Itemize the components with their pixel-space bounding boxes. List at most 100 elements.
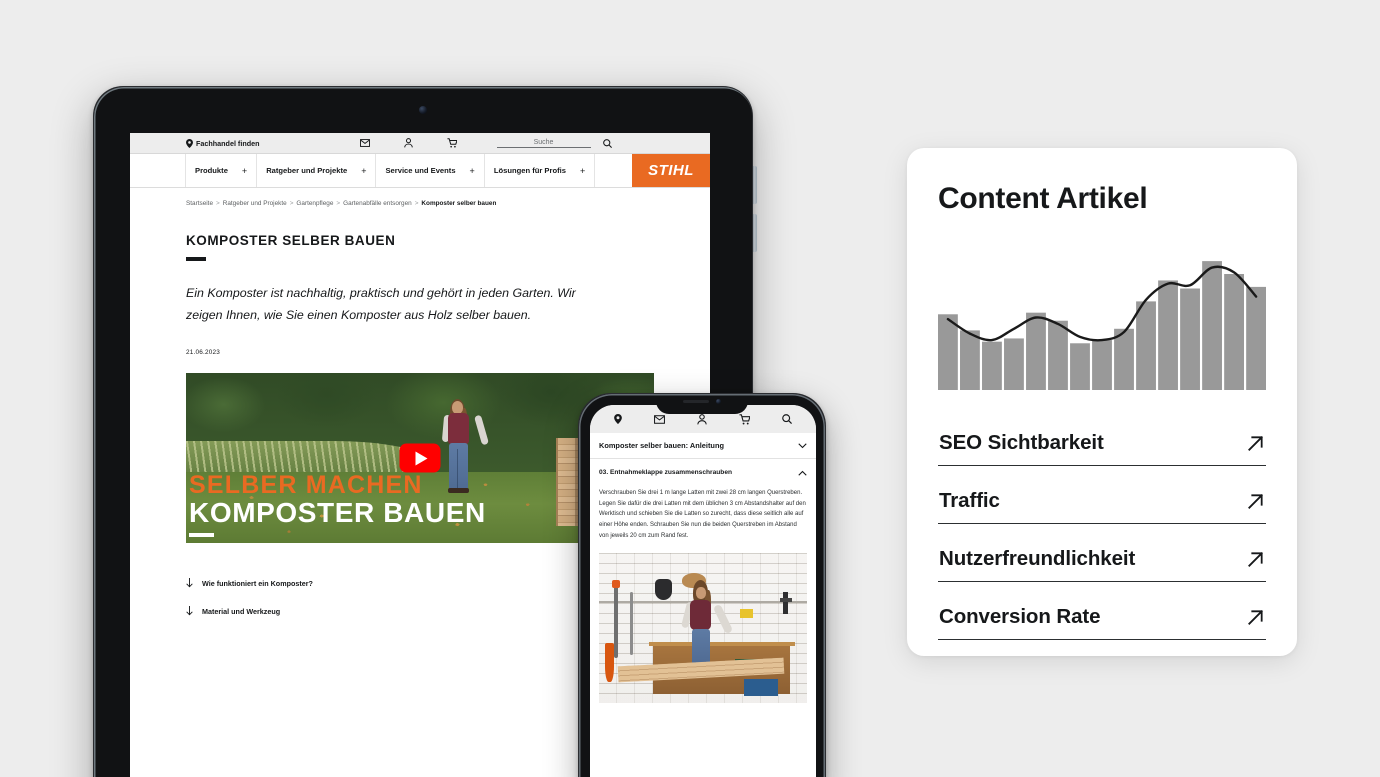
breadcrumb-item-gartenabfaelle[interactable]: Gartenabfälle entsorgen	[343, 200, 412, 207]
chart-bar	[1026, 312, 1046, 390]
workshop-rake-tool	[630, 592, 634, 656]
play-button[interactable]	[399, 443, 441, 473]
nav-item-ratgeber-und-projekte[interactable]: Ratgeber und Projekte +	[257, 154, 377, 187]
arrow-up-right-icon[interactable]	[1246, 608, 1265, 627]
nav-item-label: Ratgeber und Projekte	[266, 166, 348, 175]
nav-item-label: Service und Events	[385, 166, 456, 175]
breadcrumb-item-ratgeber[interactable]: Ratgeber und Projekte	[223, 200, 287, 207]
chart-bar	[1180, 288, 1200, 390]
chart-bar	[1158, 280, 1178, 390]
workshop-photo	[599, 553, 807, 704]
chart-bar	[982, 341, 1002, 390]
mail-icon[interactable]	[359, 139, 370, 147]
cart-icon[interactable]	[739, 413, 750, 425]
phone-body: Komposter selber bauen: Anleitung 03. En…	[578, 393, 826, 777]
dealer-finder-link[interactable]: Fachhandel finden	[186, 138, 260, 148]
video-caption-line1: SELBER MACHEN	[189, 470, 423, 499]
phone-front-camera-icon	[715, 398, 722, 405]
kpi-row-traffic[interactable]: Traffic	[938, 480, 1266, 524]
chart-bar	[1246, 286, 1266, 390]
search-icon[interactable]	[782, 414, 792, 424]
video-caption-underline	[189, 533, 214, 538]
cart-icon[interactable]	[446, 138, 457, 148]
accordion-body-text: Verschrauben Sie drei 1 m lange Latten m…	[599, 490, 806, 539]
content-article-card: Content Artikel SEO Sichtbarkeit Traffic…	[907, 148, 1297, 656]
video-caption: SELBER MACHEN KOMPOSTER BAUEN	[186, 470, 486, 538]
phone-speaker-grille-icon	[682, 400, 709, 403]
chevron-up-icon[interactable]	[798, 470, 807, 476]
play-icon	[415, 451, 428, 466]
workshop-clamp	[783, 592, 789, 615]
article-lead: Ein Komposter ist nachhaltig, praktisch …	[186, 285, 576, 323]
chart-bar	[1070, 343, 1090, 390]
kpi-label: Traffic	[939, 489, 1000, 512]
article-date: 21.06.2023	[186, 349, 220, 357]
search-icon[interactable]	[602, 138, 612, 148]
article-header: KOMPOSTER SELBER BAUEN Ein Komposter ist…	[130, 207, 710, 356]
arrow-up-right-icon[interactable]	[1246, 550, 1265, 569]
account-icon[interactable]	[697, 413, 707, 425]
kpi-row-seo-sichtbarkeit[interactable]: SEO Sichtbarkeit	[938, 422, 1266, 466]
phone-page-title: Komposter selber bauen: Anleitung	[599, 441, 724, 450]
content-performance-chart	[938, 245, 1266, 390]
breadcrumb-item-startseite[interactable]: Startseite	[186, 200, 213, 207]
stihl-logo[interactable]: STIHL	[632, 154, 710, 187]
kpi-label: Nutzerfreundlichkeit	[939, 547, 1136, 570]
chart-bars	[938, 261, 1266, 390]
mail-icon[interactable]	[654, 414, 665, 424]
site-utility-bar: Fachhandel finden Suche	[130, 133, 710, 154]
chart-bar	[1004, 338, 1024, 390]
kpi-label: SEO Sichtbarkeit	[939, 431, 1104, 454]
breadcrumb-separator: >	[216, 200, 220, 207]
person-vest	[690, 600, 712, 631]
video-caption-line2: KOMPOSTER BAUEN	[189, 497, 486, 529]
breadcrumb-separator: >	[414, 200, 419, 207]
search-input[interactable]: Suche	[496, 139, 591, 148]
breadcrumb: Startseite > Ratgeber und Projekte > Gar…	[130, 188, 710, 207]
card-title: Content Artikel	[938, 182, 1148, 215]
accordion-header[interactable]: 03. Entnahmeklappe zusammenschrauben	[590, 459, 816, 485]
phone-notch	[656, 394, 748, 414]
nav-item-label: Produkte	[195, 166, 228, 175]
phone-screen: Komposter selber bauen: Anleitung 03. En…	[590, 405, 816, 777]
arrow-down-icon	[186, 578, 193, 588]
breadcrumb-separator: >	[289, 200, 294, 207]
jump-link-label: Wie funktioniert ein Komposter?	[202, 578, 313, 588]
nav-item-service-und-events[interactable]: Service und Events +	[376, 154, 485, 187]
phone-page-title-bar[interactable]: Komposter selber bauen: Anleitung	[590, 433, 816, 459]
workshop-yellow-box	[739, 608, 753, 618]
chevron-down-icon[interactable]	[798, 442, 807, 449]
nav-item-label: Lösungen für Profis	[493, 166, 566, 175]
site-main-nav: Produkte + Ratgeber und Projekte + Servi…	[130, 154, 710, 188]
person-head	[451, 400, 463, 414]
jump-link-label: Material und Werkzeug	[202, 606, 281, 616]
workshop-face-shield	[655, 578, 673, 600]
kpi-list: SEO Sichtbarkeit Traffic Nutzerfreundlic…	[938, 422, 1266, 640]
stihl-logo-text: STIHL	[648, 162, 694, 179]
kpi-row-conversion-rate[interactable]: Conversion Rate	[938, 596, 1266, 640]
workshop-blue-bin	[743, 678, 778, 696]
accordion-heading: 03. Entnahmeklappe zusammenschrauben	[599, 469, 733, 476]
chart-bar	[1092, 340, 1112, 390]
dealer-finder-label: Fachhandel finden	[196, 138, 260, 148]
location-pin-icon[interactable]	[614, 414, 622, 424]
breadcrumb-item-gartenpflege[interactable]: Gartenpflege	[296, 200, 333, 207]
kpi-row-nutzerfreundlichkeit[interactable]: Nutzerfreundlichkeit	[938, 538, 1266, 582]
nav-item-produkte[interactable]: Produkte +	[186, 154, 258, 187]
nav-item-loesungen-fuer-profis[interactable]: Lösungen für Profis +	[485, 154, 596, 187]
chart-bar	[960, 330, 980, 390]
chart-bar	[1224, 274, 1244, 390]
location-pin-icon	[186, 138, 193, 148]
workshop-clamp-handle	[780, 598, 793, 603]
breadcrumb-separator: >	[336, 200, 341, 207]
plus-icon: +	[361, 165, 367, 176]
account-icon[interactable]	[403, 138, 413, 148]
chart-bar	[1048, 320, 1068, 390]
chart-svg	[938, 261, 1266, 390]
chart-bar	[938, 314, 958, 390]
tablet-front-camera-icon	[419, 106, 427, 114]
phone-device: Komposter selber bauen: Anleitung 03. En…	[578, 393, 826, 777]
arrow-up-right-icon[interactable]	[1246, 434, 1265, 453]
arrow-up-right-icon[interactable]	[1246, 492, 1265, 511]
plus-icon: +	[579, 165, 586, 176]
